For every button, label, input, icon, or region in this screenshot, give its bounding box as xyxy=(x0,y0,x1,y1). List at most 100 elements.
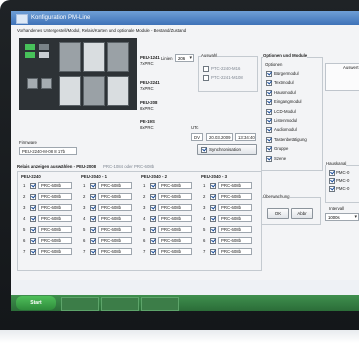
relais-checkbox[interactable] xyxy=(30,194,36,200)
relais-row-number: 7 xyxy=(83,249,86,254)
taskbar-item[interactable] xyxy=(101,297,139,311)
relais-row-number: 7 xyxy=(143,249,146,254)
lines-label: Linien xyxy=(161,56,173,61)
relais-value-field[interactable]: PRC-608b xyxy=(218,237,252,244)
relais-value-field[interactable]: PRC-608b xyxy=(38,204,72,211)
relais-value-field[interactable]: PRC-608b xyxy=(38,193,72,200)
relais-checkbox[interactable] xyxy=(30,238,36,244)
taskbar-item[interactable] xyxy=(141,297,179,311)
relais-value-field[interactable]: PRC-608b xyxy=(38,226,72,233)
cancel-button[interactable]: Abbr xyxy=(291,208,313,219)
relais-checkbox[interactable] xyxy=(30,249,36,255)
relais-checkbox[interactable] xyxy=(30,216,36,222)
option-checkbox[interactable] xyxy=(266,71,272,77)
relais-checkbox[interactable] xyxy=(90,227,96,233)
auswahl-checkbox[interactable] xyxy=(203,66,209,72)
relais-value-field[interactable]: PRC-608b xyxy=(98,226,132,233)
sync-checkbox[interactable] xyxy=(201,147,207,153)
relais-checkbox[interactable] xyxy=(30,205,36,211)
sync-label: Synchronisation xyxy=(209,147,242,152)
module-name: PE-19S xyxy=(140,119,155,124)
relais-column-header: PEU-2240 xyxy=(21,174,41,179)
relais-value-field[interactable]: PRC-608b xyxy=(158,226,192,233)
relais-value-field[interactable]: PRC-608b xyxy=(158,237,192,244)
relais-value-field[interactable]: PRC-608b xyxy=(158,215,192,222)
relais-checkbox[interactable] xyxy=(90,194,96,200)
taskbar-item[interactable] xyxy=(61,297,99,311)
start-button[interactable]: Start xyxy=(16,296,56,310)
module-type: 8xPRC xyxy=(140,106,154,111)
relais-value-field[interactable]: PRC-608b xyxy=(218,193,252,200)
relais-value-field[interactable]: PRC-608b xyxy=(218,226,252,233)
auswahl-checkbox[interactable] xyxy=(203,75,209,81)
relais-value-field[interactable]: PRC-608b xyxy=(158,182,192,189)
option-label: Gruppe xyxy=(274,146,289,152)
relais-checkbox[interactable] xyxy=(30,183,36,189)
option-label: Tastenbetätigung xyxy=(274,136,307,142)
relais-checkbox[interactable] xyxy=(150,194,156,200)
relais-checkbox[interactable] xyxy=(210,227,216,233)
relais-checkbox[interactable] xyxy=(210,238,216,244)
option-checkbox[interactable] xyxy=(266,118,272,124)
relais-checkbox[interactable] xyxy=(90,249,96,255)
relais-value-field[interactable]: PRC-608b xyxy=(218,248,252,255)
relais-checkbox[interactable] xyxy=(90,183,96,189)
relais-checkbox[interactable] xyxy=(150,216,156,222)
relais-checkbox[interactable] xyxy=(150,249,156,255)
relais-checkbox[interactable] xyxy=(210,216,216,222)
lines-dropdown[interactable]: 206 xyxy=(175,54,194,62)
relais-checkbox[interactable] xyxy=(150,183,156,189)
relais-value-field[interactable]: PRC-608b xyxy=(158,204,192,211)
option-checkbox[interactable] xyxy=(266,136,272,143)
relais-value-field[interactable]: PRC-608b xyxy=(98,248,132,255)
option-checkbox[interactable] xyxy=(266,108,272,115)
date-field[interactable]: 20.03.2009 xyxy=(206,133,233,141)
relais-value-field[interactable]: PRC-608b xyxy=(218,182,252,189)
relais-checkbox[interactable] xyxy=(210,205,216,211)
relais-value-field[interactable]: PRC-608b xyxy=(98,182,132,189)
option-checkbox[interactable] xyxy=(266,99,272,106)
relais-checkbox[interactable] xyxy=(150,238,156,244)
time-field[interactable]: 13:34:40 xyxy=(235,133,256,141)
relais-checkbox[interactable] xyxy=(30,227,36,233)
auswertung-label: Auswert xyxy=(343,65,359,70)
firmware-field[interactable]: PEU-2240-M-08 8 17b xyxy=(19,147,77,155)
relais-checkbox[interactable] xyxy=(210,249,216,255)
relais-checkbox[interactable] xyxy=(210,194,216,200)
relais-checkbox[interactable] xyxy=(90,205,96,211)
relais-value-field[interactable]: PRC-608b xyxy=(38,237,72,244)
relais-value-field[interactable]: PRC-608b xyxy=(158,193,192,200)
relais-value-field[interactable]: PRC-608b xyxy=(98,215,132,222)
utc-field[interactable]: DV xyxy=(191,133,203,141)
ok-button[interactable]: OK xyxy=(267,208,289,219)
option-checkbox[interactable] xyxy=(266,80,272,87)
option-checkbox[interactable] xyxy=(266,155,272,162)
relais-checkbox[interactable] xyxy=(90,216,96,222)
relais-value-field[interactable]: PRC-608b xyxy=(38,182,72,189)
option-checkbox[interactable] xyxy=(266,89,272,96)
relais-value-field[interactable]: PRC-608b xyxy=(98,204,132,211)
relais-value-field[interactable]: PRC-608b xyxy=(98,237,132,244)
relais-value-field[interactable]: PRC-608b xyxy=(98,193,132,200)
hauskanal-checkbox[interactable] xyxy=(329,186,335,192)
relais-value-field[interactable]: PRC-608b xyxy=(218,204,252,211)
window-titlebar[interactable]: Konfiguration PM-Line xyxy=(11,11,359,25)
relais-value-field[interactable]: PRC-608b xyxy=(158,248,192,255)
option-checkbox[interactable] xyxy=(266,127,272,134)
hauskanal-checkbox[interactable] xyxy=(329,178,335,184)
relais-checkbox[interactable] xyxy=(210,183,216,189)
hauskanal-checkbox[interactable] xyxy=(329,170,335,176)
intervall-dropdown[interactable]: 1000s xyxy=(325,213,359,221)
relais-value-field[interactable]: PRC-608b xyxy=(38,248,72,255)
relais-value-field[interactable]: PRC-608b xyxy=(218,215,252,222)
relais-value-field[interactable]: PRC-608b xyxy=(38,215,72,222)
relay-card xyxy=(83,76,105,106)
option-checkbox[interactable] xyxy=(266,146,272,153)
relais-checkbox[interactable] xyxy=(90,238,96,244)
relais-checkbox[interactable] xyxy=(150,227,156,233)
firmware-label: Firmware xyxy=(19,140,37,145)
module-name: PEU-2241 xyxy=(140,80,160,85)
sync-button[interactable]: Synchronisation xyxy=(197,144,257,155)
hauskanal-item: PMC-0 xyxy=(336,186,350,191)
relais-checkbox[interactable] xyxy=(150,205,156,211)
